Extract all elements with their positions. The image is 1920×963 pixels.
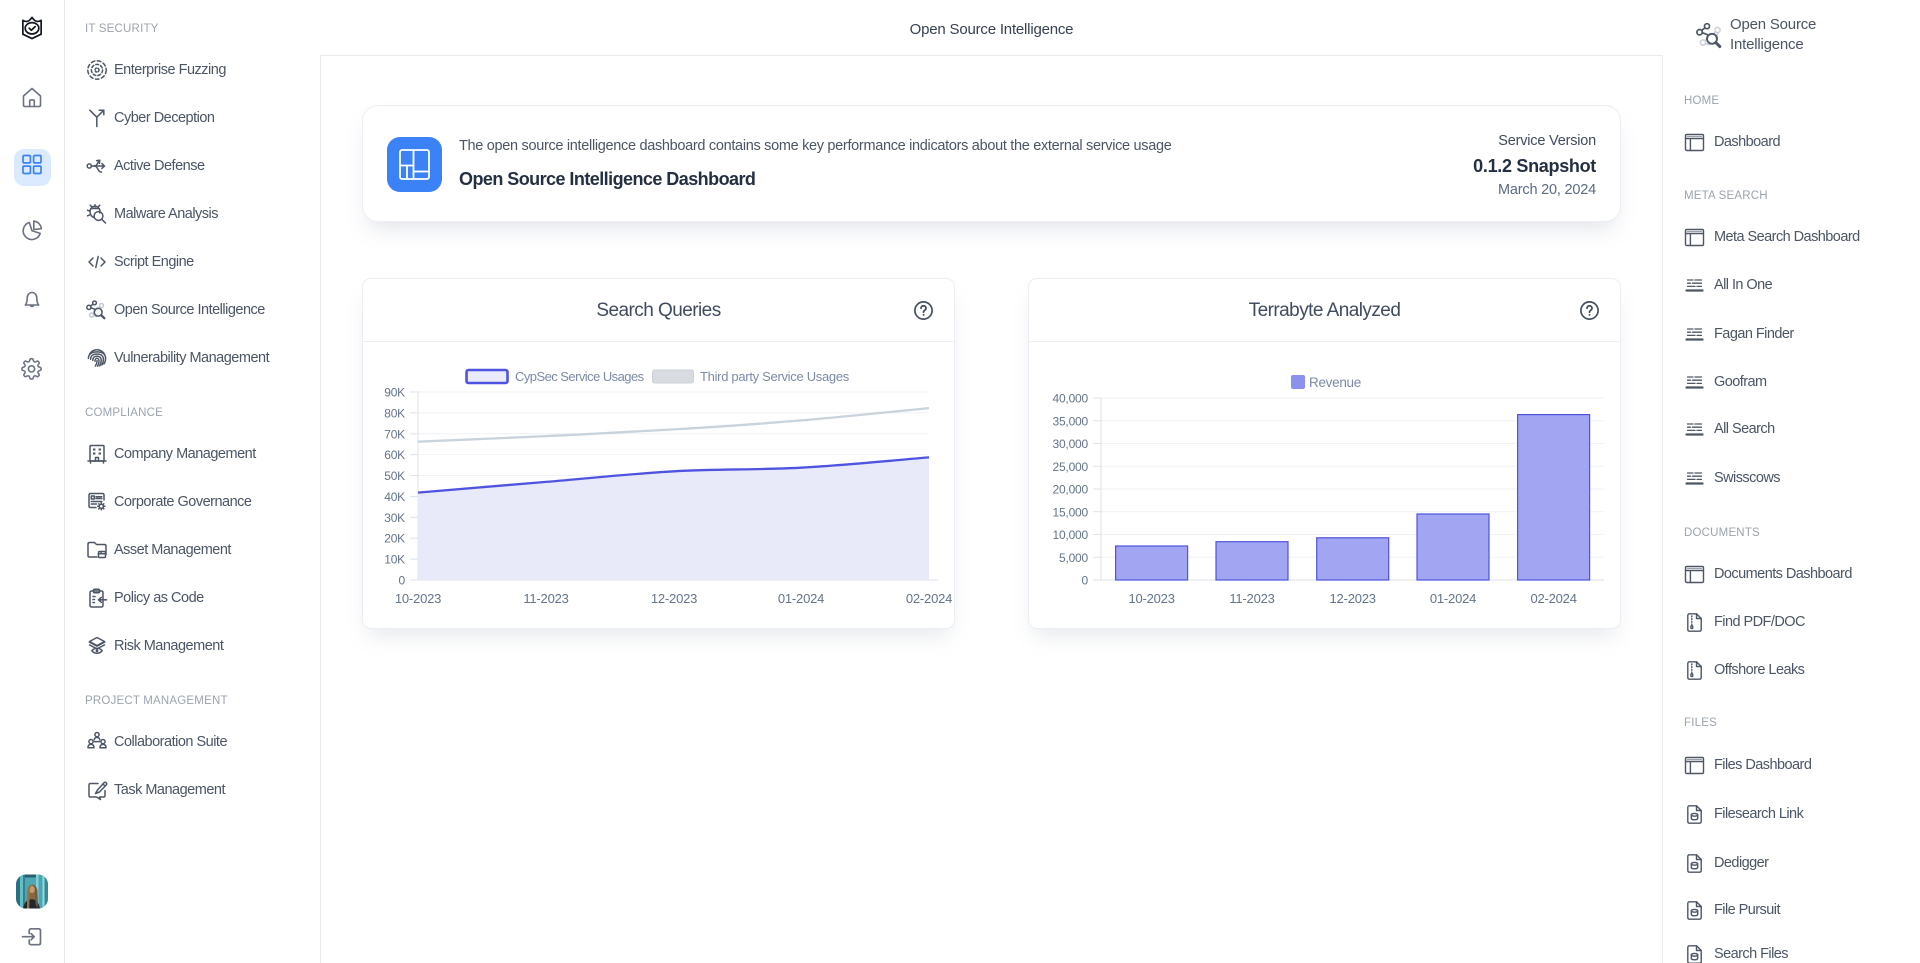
svg-text:35,000: 35,000 xyxy=(1052,414,1088,428)
svg-text:70K: 70K xyxy=(384,427,405,441)
svg-text:50K: 50K xyxy=(384,469,405,483)
svg-text:0: 0 xyxy=(399,574,406,588)
svg-text:40,000: 40,000 xyxy=(1052,392,1088,406)
svg-text:10,000: 10,000 xyxy=(1052,528,1088,542)
svg-text:Revenue: Revenue xyxy=(1309,375,1361,390)
svg-text:30K: 30K xyxy=(384,511,405,525)
svg-text:10K: 10K xyxy=(384,553,405,567)
svg-text:15,000: 15,000 xyxy=(1052,505,1088,519)
svg-text:90K: 90K xyxy=(384,386,405,400)
svg-text:02-2024: 02-2024 xyxy=(906,591,952,606)
svg-text:20,000: 20,000 xyxy=(1052,483,1088,497)
svg-text:11-2023: 11-2023 xyxy=(1229,591,1274,606)
svg-text:5,000: 5,000 xyxy=(1059,551,1089,565)
svg-text:12-2023: 12-2023 xyxy=(1330,591,1376,606)
svg-text:0: 0 xyxy=(1082,574,1089,588)
svg-text:20K: 20K xyxy=(384,532,405,546)
svg-text:11-2023: 11-2023 xyxy=(523,591,568,606)
svg-text:30,000: 30,000 xyxy=(1052,437,1088,451)
svg-text:01-2024: 01-2024 xyxy=(778,591,824,606)
svg-text:80K: 80K xyxy=(384,406,405,420)
svg-text:02-2024: 02-2024 xyxy=(1530,591,1576,606)
svg-text:Third party Service Usages: Third party Service Usages xyxy=(700,369,850,384)
svg-text:01-2024: 01-2024 xyxy=(1430,591,1476,606)
svg-text:CypSec Service Usages: CypSec Service Usages xyxy=(515,369,645,384)
svg-text:25,000: 25,000 xyxy=(1052,460,1088,474)
svg-text:10-2023: 10-2023 xyxy=(395,591,441,606)
svg-text:40K: 40K xyxy=(384,490,405,504)
svg-text:12-2023: 12-2023 xyxy=(651,591,697,606)
svg-text:60K: 60K xyxy=(384,448,405,462)
svg-text:10-2023: 10-2023 xyxy=(1128,591,1174,606)
